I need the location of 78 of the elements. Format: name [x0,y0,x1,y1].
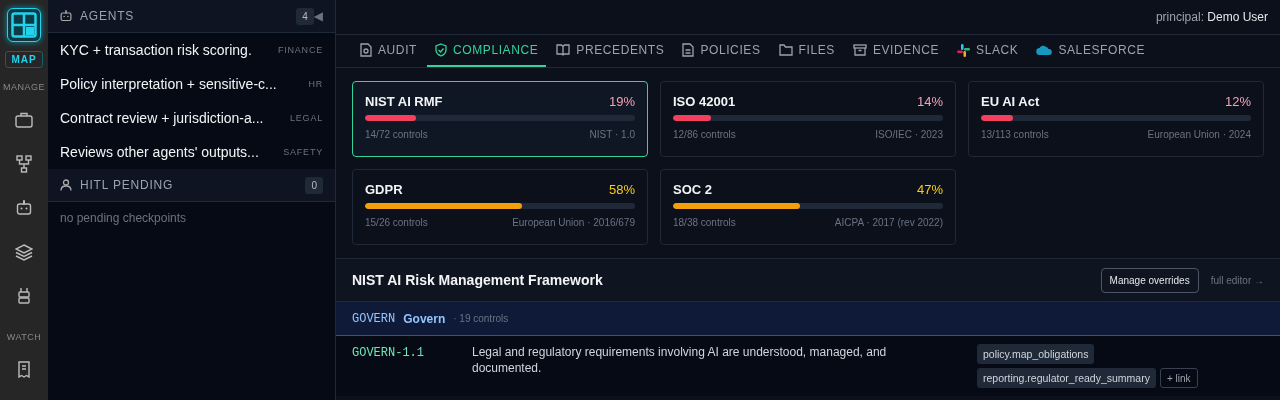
group-code: GOVERN [352,311,396,326]
framework-name: NIST AI RMF [365,94,443,109]
control-description: Legal and regulatory requirements involving AI are understood, managed, and documented. [472,344,888,377]
briefcase-icon[interactable] [15,112,33,128]
agents-title: AGENTS [80,9,136,23]
framework-card[interactable]: SOC 2 47% 18/38 controls AICPA · 2017 (rev 2022) [660,169,956,245]
plug-icon[interactable] [18,287,30,305]
receipt-icon[interactable] [18,361,30,379]
agent-item[interactable]: Contract review + jurisdiction-a... LEGAL [48,101,335,135]
percent-value: 12% [1224,94,1251,109]
linked-policy-chip[interactable]: policy.map_obligations [977,344,1095,364]
framework-name: GDPR [365,182,403,197]
tab[interactable]: PRECEDENTS [548,35,673,67]
framework-source: European Union · 2024 [1147,129,1251,140]
percent-value: 58% [608,182,635,197]
folder-icon [778,44,793,56]
map-badge[interactable]: MAP [5,51,43,68]
full-editor-link[interactable]: full editor → [1210,274,1264,286]
group-count: · 19 controls [453,313,509,324]
tab[interactable]: COMPLIANCE [427,35,547,67]
cloud-icon [1036,44,1053,56]
book-icon [556,44,571,56]
percent-value: 47% [916,182,943,197]
framework-card[interactable]: GDPR 58% 15/26 controls European Union · 2016/679 [352,169,648,245]
agent-item[interactable]: Policy interpretation + sensitive-c... HR [48,67,335,101]
section-label: WATCH [6,332,42,342]
app-logo-icon[interactable] [7,8,41,42]
framework-card[interactable]: NIST AI RMF 19% 14/72 controls NIST · 1.0 [352,81,648,157]
archive-icon [852,44,867,56]
controls-count: 15/26 controls [365,217,428,228]
empty-message: no pending checkpoints [59,210,188,227]
agent-count: 4 [296,7,314,25]
framework-name: ISO 42001 [673,94,736,109]
shield-icon [435,43,447,57]
agent-item[interactable]: Reviews other agents' outputs... SAFETY [48,135,335,169]
hitl-title: HITL PENDING [80,178,175,192]
pending-count: 0 [305,176,323,194]
controls-count: 14/72 controls [365,129,428,140]
agent-item[interactable]: KYC + transaction risk scoring. FINANCE [48,33,335,67]
framework-name: SOC 2 [673,182,712,197]
group-name: Govern [403,311,446,326]
framework-title: NIST AI Risk Management Framework [352,272,604,288]
framework-card[interactable]: EU AI Act 12% 13/113 controls European Union · 2024 [968,81,1264,157]
principal-label: principal: Demo User [1155,10,1268,24]
collapse-toggle[interactable]: ◀ [313,9,323,23]
person-icon [60,179,72,191]
controls-count: 13/113 controls [981,129,1049,140]
framework-source: European Union · 2016/679 [512,217,635,228]
framework-name: EU AI Act [981,94,1040,109]
tab[interactable]: FILES [770,35,843,67]
group-header[interactable]: GOVERN Govern · 19 controls [336,302,1280,336]
framework-source: NIST · 1.0 [589,129,635,140]
hierarchy-icon[interactable] [16,155,32,173]
linked-policy-chip[interactable]: reporting.regulator_ready_summary [977,368,1156,388]
hitl-header[interactable]: HITL PENDING 0 [48,169,335,202]
percent-value: 14% [916,94,943,109]
add-link-button[interactable]: + link [1159,368,1198,388]
tab[interactable]: SALESFORCE [1028,35,1154,67]
robot-icon [60,10,72,22]
tab[interactable]: POLICIES [674,35,769,67]
manage-overrides-button[interactable]: Manage overrides [1100,267,1199,293]
robot-icon[interactable] [16,200,32,216]
layers-icon[interactable] [15,243,33,261]
control-id: GOVERN-1.1 [352,345,425,362]
tab[interactable]: EVIDENCE [844,35,948,67]
document-icon [360,43,372,57]
framework-source: AICPA · 2017 (rev 2022) [834,217,943,228]
section-label: MANAGE [3,82,45,92]
tab[interactable]: AUDIT [352,35,425,67]
controls-count: 18/38 controls [673,217,736,228]
controls-count: 12/86 controls [673,129,736,140]
framework-source: ISO/IEC · 2023 [875,129,943,140]
document-icon [682,43,695,57]
percent-value: 19% [608,94,635,109]
framework-card[interactable]: ISO 42001 14% 12/86 controls ISO/IEC · 2023 [660,81,956,157]
tab[interactable]: SLACK [949,35,1027,67]
hashtag-logo-icon [957,43,971,57]
agents-header[interactable]: AGENTS 4 ◀ [48,0,335,33]
